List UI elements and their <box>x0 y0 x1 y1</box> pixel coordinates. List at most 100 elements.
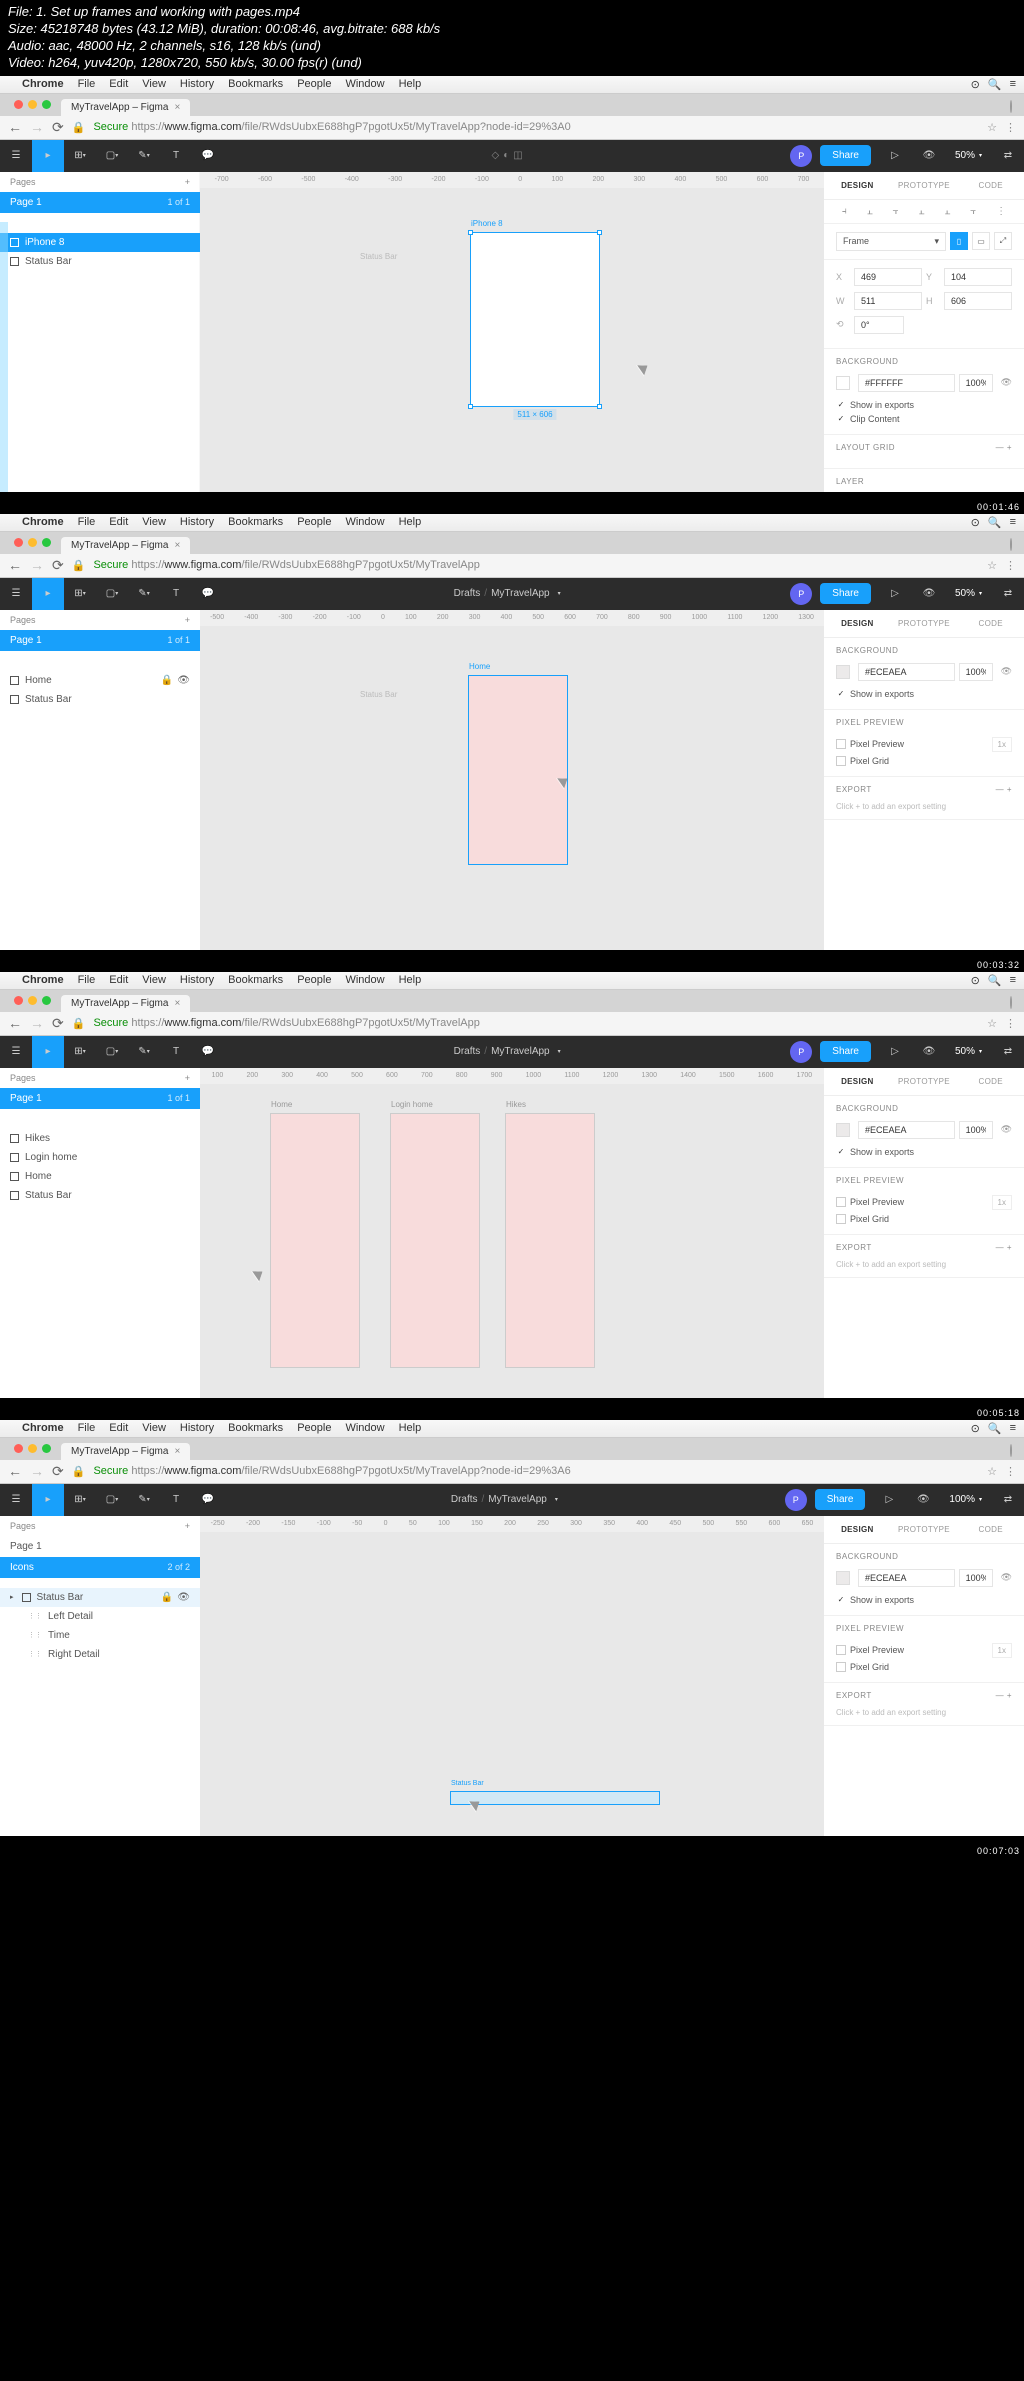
landscape-icon[interactable]: ▭ <box>972 232 990 250</box>
w-input[interactable] <box>854 292 922 310</box>
view-settings-icon[interactable]: 👁 <box>913 140 945 172</box>
frame-home[interactable]: Home <box>270 1113 360 1368</box>
move-tool-icon[interactable]: ▸ <box>32 578 64 610</box>
menu-extra-icon[interactable]: ≡ <box>1010 516 1016 528</box>
selection-handle[interactable] <box>597 404 602 409</box>
search-icon[interactable]: 🔍 <box>988 78 1002 91</box>
menu-extra-icon[interactable]: ≡ <box>1010 974 1016 986</box>
tab-prototype[interactable]: PROTOTYPE <box>891 610 958 637</box>
text-tool-icon[interactable]: T <box>160 578 192 610</box>
screencast-icon[interactable]: ⊙ <box>971 78 980 91</box>
canvas[interactable]: -500-400-300-200-10001002003004005006007… <box>200 610 824 950</box>
bg-opacity-input[interactable] <box>959 1121 993 1139</box>
panel-toggle-icon[interactable]: ⇄ <box>992 1484 1024 1516</box>
forward-icon[interactable]: → <box>30 1015 44 1031</box>
show-in-exports-checkbox[interactable]: ✓Show in exports <box>836 1593 1012 1607</box>
share-button[interactable]: Share <box>820 583 871 604</box>
canvas[interactable]: 1002003004005006007008009001000110012001… <box>200 1068 824 1398</box>
https-lock-icon[interactable]: 🔒 <box>72 559 86 572</box>
bg-hex-input[interactable] <box>858 1569 955 1587</box>
share-button[interactable]: Share <box>820 145 871 166</box>
lock-icon[interactable]: 🔒 <box>161 675 173 686</box>
tab-code[interactable]: CODE <box>957 1068 1024 1095</box>
align-left-icon[interactable]: ⫞ <box>842 206 847 217</box>
panel-toggle-icon[interactable]: ⇄ <box>992 1036 1024 1068</box>
pixel-grid-checkbox[interactable]: Pixel Grid <box>836 1660 1012 1674</box>
align-bottom-icon[interactable]: ⫟ <box>970 206 976 217</box>
screencast-icon[interactable]: ⊙ <box>971 1422 980 1435</box>
back-icon[interactable]: ← <box>8 1463 22 1479</box>
clip-content-checkbox[interactable]: ✓Clip Content <box>836 412 1012 426</box>
share-button[interactable]: Share <box>815 1489 866 1510</box>
zoom-dropdown[interactable]: 50%▾ <box>947 1046 990 1057</box>
layer-right-detail[interactable]: ⋮⋮Right Detail <box>0 1645 200 1664</box>
screencast-icon[interactable]: ⊙ <box>971 974 980 987</box>
bg-opacity-input[interactable] <box>959 663 993 681</box>
minimize-window-icon[interactable] <box>28 100 37 109</box>
frame-hikes[interactable]: Hikes <box>505 1113 595 1368</box>
back-icon[interactable]: ← <box>8 1015 22 1031</box>
maximize-window-icon[interactable] <box>42 538 51 547</box>
present-icon[interactable]: ▷ <box>879 140 911 172</box>
frame-iphone8[interactable]: iPhone 8 511 × 606 <box>470 232 600 407</box>
layer-statusbar[interactable]: Status Bar <box>0 690 200 709</box>
bg-swatch[interactable] <box>836 665 850 679</box>
align-middle-icon[interactable]: ⫠ <box>944 206 950 217</box>
minimize-window-icon[interactable] <box>28 1444 37 1453</box>
menu-window[interactable]: Window <box>345 78 384 90</box>
resize-fit-icon[interactable]: ⤢ <box>994 232 1012 250</box>
pen-tool-icon[interactable]: ✎▾ <box>128 1484 160 1516</box>
breadcrumb-drafts[interactable]: Drafts <box>451 1494 478 1505</box>
comment-tool-icon[interactable]: 💬 <box>192 1036 224 1068</box>
hamburger-menu-icon[interactable]: ☰ <box>0 578 32 610</box>
pen-tool-icon[interactable]: ✎▾ <box>128 1036 160 1068</box>
visibility-icon[interactable]: 👁 <box>1001 1572 1012 1583</box>
bg-hex-input[interactable] <box>858 1121 955 1139</box>
frame-tool-icon[interactable]: ⊞▾ <box>64 140 96 172</box>
search-icon[interactable]: 🔍 <box>988 1422 1002 1435</box>
breadcrumb-file[interactable]: MyTravelApp <box>488 1494 547 1505</box>
tab-prototype[interactable]: PROTOTYPE <box>891 172 958 199</box>
shape-tool-icon[interactable]: ▢▾ <box>96 578 128 610</box>
hamburger-menu-icon[interactable]: ☰ <box>0 1484 32 1516</box>
pixel-grid-checkbox[interactable]: Pixel Grid <box>836 1212 1012 1226</box>
app-name[interactable]: Chrome <box>22 78 64 90</box>
pen-tool-icon[interactable]: ✎▾ <box>128 140 160 172</box>
layer-statusbar[interactable]: Status Bar <box>0 252 200 271</box>
layer-left-detail[interactable]: ⋮⋮Left Detail <box>0 1607 200 1626</box>
close-tab-icon[interactable]: × <box>174 540 180 551</box>
forward-icon[interactable]: → <box>30 557 44 573</box>
view-settings-icon[interactable]: 👁 <box>913 1036 945 1068</box>
browser-tab[interactable]: MyTravelApp – Figma × <box>61 99 190 116</box>
menu-help[interactable]: Help <box>399 78 422 90</box>
menu-extra-icon[interactable]: ≡ <box>1010 1422 1016 1434</box>
hamburger-menu-icon[interactable]: ☰ <box>0 140 32 172</box>
bg-opacity-input[interactable] <box>959 374 993 392</box>
kebab-menu-icon[interactable]: ⋮ <box>1005 559 1016 572</box>
add-grid-icon[interactable]: — + <box>996 443 1012 452</box>
layer-time[interactable]: ⋮⋮Time <box>0 1626 200 1645</box>
bg-hex-input[interactable] <box>858 663 955 681</box>
comment-tool-icon[interactable]: 💬 <box>192 140 224 172</box>
maximize-window-icon[interactable] <box>42 1444 51 1453</box>
bg-opacity-input[interactable] <box>959 1569 993 1587</box>
zoom-dropdown[interactable]: 50%▾ <box>947 588 990 599</box>
minimize-window-icon[interactable] <box>28 538 37 547</box>
pixel-grid-checkbox[interactable]: Pixel Grid <box>836 754 1012 768</box>
comment-tool-icon[interactable]: 💬 <box>192 1484 224 1516</box>
present-icon[interactable]: ▷ <box>879 1036 911 1068</box>
browser-tab[interactable]: MyTravelApp – Figma× <box>61 1443 190 1460</box>
reload-icon[interactable]: ⟳ <box>52 1463 64 1480</box>
align-right-icon[interactable]: ⫟ <box>893 206 899 217</box>
close-tab-icon[interactable]: × <box>174 102 180 113</box>
rotation-input[interactable] <box>854 316 904 334</box>
star-icon[interactable]: ☆ <box>987 1017 997 1030</box>
frame-preset-dropdown[interactable]: Frame▾ <box>836 232 946 251</box>
page-row-page1[interactable]: Page 1 1 of 1 <box>0 192 200 213</box>
tab-design[interactable]: DESIGN <box>824 1068 891 1095</box>
distribute-icon[interactable]: ⋮ <box>996 206 1006 217</box>
star-icon[interactable]: ☆ <box>987 121 997 134</box>
lock-icon[interactable]: 🔒 <box>161 1592 173 1603</box>
breadcrumb-drafts[interactable]: Drafts <box>454 588 481 599</box>
view-settings-icon[interactable]: 👁 <box>907 1484 939 1516</box>
